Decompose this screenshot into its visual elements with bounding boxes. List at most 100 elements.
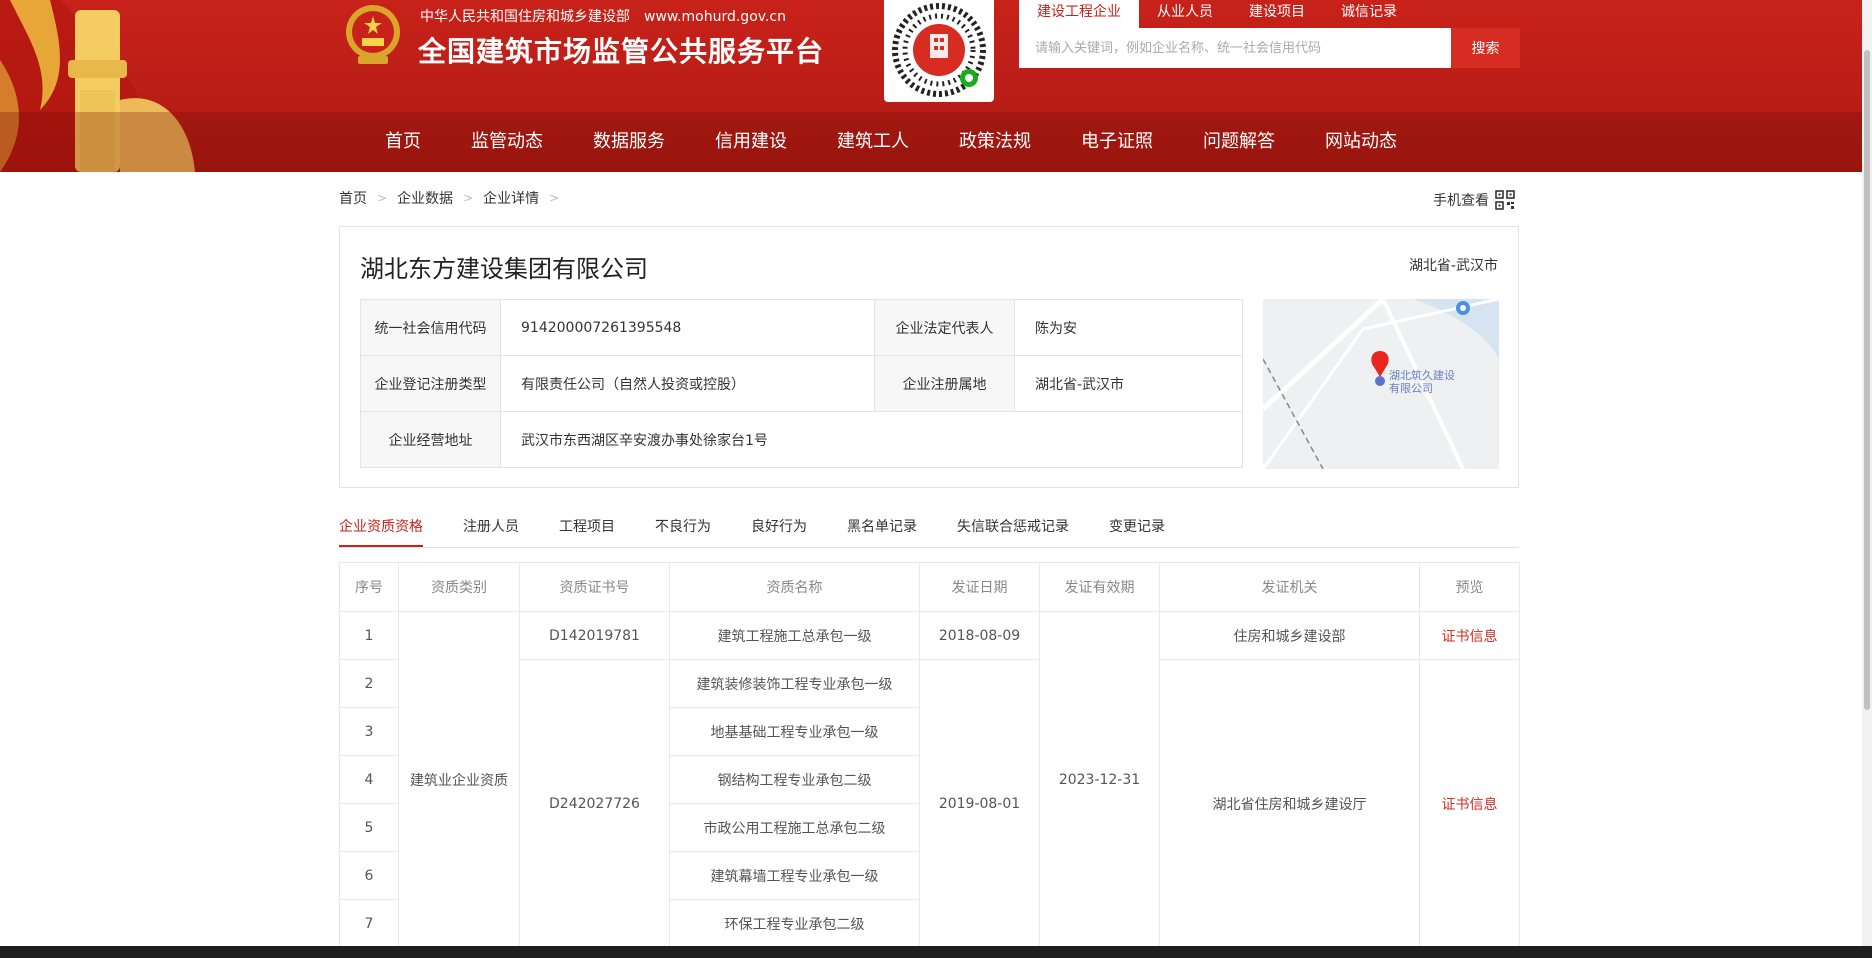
row-index: 6 xyxy=(339,851,399,900)
national-emblem-icon xyxy=(346,5,400,64)
nav-data-services[interactable]: 数据服务 xyxy=(568,112,690,172)
qual-name: 钢结构工程专业承包二级 xyxy=(669,755,920,804)
row-index: 5 xyxy=(339,803,399,852)
row-index: 1 xyxy=(339,611,399,660)
row-index: 3 xyxy=(339,707,399,756)
site-header: 中华人民共和国住房和城乡建设部 www.mohurd.gov.cn 全国建筑市场监… xyxy=(0,0,1862,172)
main-nav: 首页 监管动态 数据服务 信用建设 建筑工人 政策法规 电子证照 问题解答 网站… xyxy=(360,112,1422,172)
issuing-authority: 湖北省住房和城乡建设厅 xyxy=(1159,659,1420,948)
search-tab-enterprise[interactable]: 建设工程企业 xyxy=(1019,0,1139,28)
miniprogram-qr-code xyxy=(884,0,994,102)
preview-cell: 证书信息 xyxy=(1419,659,1520,948)
cert-number: D142019781 xyxy=(519,611,670,660)
mobile-view-label: 手机查看 xyxy=(1433,193,1489,209)
bottom-bar xyxy=(0,946,1872,958)
row-index: 4 xyxy=(339,755,399,804)
row-index: 2 xyxy=(339,659,399,708)
breadcrumb-enterprise-data[interactable]: 企业数据 xyxy=(397,188,453,208)
credit-code-label: 统一社会信用代码 xyxy=(360,299,501,356)
search-button[interactable]: 搜索 xyxy=(1451,28,1520,68)
col-category: 资质类别 xyxy=(398,562,520,612)
ministry-url[interactable]: www.mohurd.gov.cn xyxy=(644,9,786,25)
address-value: 武汉市东西湖区辛安渡办事处徐家台1号 xyxy=(500,411,1243,468)
col-cert-number: 资质证书号 xyxy=(519,562,670,612)
tab-qualifications[interactable]: 企业资质资格 xyxy=(339,510,423,547)
tab-registered-personnel[interactable]: 注册人员 xyxy=(463,510,519,547)
reg-place-value: 湖北省-武汉市 xyxy=(1014,355,1243,412)
qual-name: 地基基础工程专业承包一级 xyxy=(669,707,920,756)
breadcrumb-enterprise-detail[interactable]: 企业详情 xyxy=(483,188,539,208)
nav-workers[interactable]: 建筑工人 xyxy=(812,112,934,172)
validity-date: 2023-12-31 xyxy=(1039,611,1160,948)
search-tabs: 建设工程企业 从业人员 建设项目 诚信记录 xyxy=(1019,0,1520,28)
legal-rep-value: 陈为安 xyxy=(1014,299,1243,356)
issue-date: 2019-08-01 xyxy=(919,659,1040,948)
qr-code-icon xyxy=(892,3,986,97)
qual-name: 市政公用工程施工总承包二级 xyxy=(669,803,920,852)
tab-projects[interactable]: 工程项目 xyxy=(559,510,615,547)
search-tab-personnel[interactable]: 从业人员 xyxy=(1139,0,1231,28)
search-tab-credit[interactable]: 诚信记录 xyxy=(1323,0,1415,28)
chevron-right-icon: > xyxy=(463,191,474,205)
nav-home[interactable]: 首页 xyxy=(360,112,446,172)
breadcrumb: 首页 > 企业数据 > 企业详情 > xyxy=(339,188,569,208)
chevron-right-icon: > xyxy=(377,191,388,205)
qualification-table: 序号 资质类别 资质证书号 资质名称 发证日期 发证有效期 发证机关 预览 1 … xyxy=(339,562,1520,948)
qual-name: 环保工程专业承包二级 xyxy=(669,899,920,948)
row-index: 7 xyxy=(339,899,399,948)
tab-joint-punishment[interactable]: 失信联合惩戒记录 xyxy=(957,510,1069,547)
mobile-view-button[interactable]: 手机查看 xyxy=(1433,190,1515,210)
nav-policies[interactable]: 政策法规 xyxy=(934,112,1056,172)
nav-regulatory-news[interactable]: 监管动态 xyxy=(446,112,568,172)
search-tab-projects[interactable]: 建设项目 xyxy=(1231,0,1323,28)
reg-type-label: 企业登记注册类型 xyxy=(360,355,501,412)
cert-number: D242027726 xyxy=(519,659,670,948)
table-header-row: 序号 资质类别 资质证书号 资质名称 发证日期 发证有效期 发证机关 预览 xyxy=(339,562,1520,612)
search-box: 搜索 xyxy=(1019,28,1520,68)
credit-code-value: 914200007261395548 xyxy=(500,299,875,356)
company-info-table: 统一社会信用代码 914200007261395548 企业法定代表人 陈为安 … xyxy=(360,299,1243,468)
ministry-name: 中华人民共和国住房和城乡建设部 xyxy=(420,9,630,25)
map-canvas: 湖北筑久建设 有限公司 xyxy=(1263,299,1499,469)
issue-date: 2018-08-09 xyxy=(919,611,1040,660)
company-region: 湖北省-武汉市 xyxy=(1408,258,1498,274)
col-validity: 发证有效期 xyxy=(1039,562,1160,612)
map-label-line2: 有限公司 xyxy=(1389,381,1433,395)
col-index: 序号 xyxy=(339,562,399,612)
nav-e-license[interactable]: 电子证照 xyxy=(1056,112,1178,172)
detail-tabs: 企业资质资格 注册人员 工程项目 不良行为 良好行为 黑名单记录 失信联合惩戒记… xyxy=(339,510,1519,548)
tab-blacklist[interactable]: 黑名单记录 xyxy=(847,510,917,547)
company-info-card: 湖北东方建设集团有限公司 湖北省-武汉市 统一社会信用代码 9142000072… xyxy=(339,226,1519,488)
breadcrumb-home[interactable]: 首页 xyxy=(339,188,367,208)
nav-faq[interactable]: 问题解答 xyxy=(1178,112,1300,172)
col-issue-date: 发证日期 xyxy=(919,562,1040,612)
company-location-map[interactable]: 湖北筑久建设 有限公司 xyxy=(1263,299,1499,469)
reg-type-value: 有限责任公司（自然人投资或控股） xyxy=(500,355,875,412)
address-label: 企业经营地址 xyxy=(360,411,501,468)
page-scrollbar[interactable] xyxy=(1862,0,1872,946)
scrollbar-thumb[interactable] xyxy=(1864,50,1870,710)
qual-name: 建筑工程施工总承包一级 xyxy=(669,611,920,660)
search-input[interactable] xyxy=(1019,28,1451,68)
company-name: 湖北东方建设集团有限公司 xyxy=(360,255,648,283)
nav-credit[interactable]: 信用建设 xyxy=(690,112,812,172)
qr-code-icon xyxy=(1495,190,1515,210)
preview-cell: 证书信息 xyxy=(1419,611,1520,660)
legal-rep-label: 企业法定代表人 xyxy=(874,299,1015,356)
cert-info-link[interactable]: 证书信息 xyxy=(1442,629,1498,645)
tab-change-records[interactable]: 变更记录 xyxy=(1109,510,1165,547)
col-authority: 发证机关 xyxy=(1159,562,1420,612)
ministry-line: 中华人民共和国住房和城乡建设部 www.mohurd.gov.cn xyxy=(420,6,786,26)
qual-category: 建筑业企业资质 xyxy=(398,611,520,948)
platform-title: 全国建筑市场监管公共服务平台 xyxy=(418,35,825,68)
col-preview: 预览 xyxy=(1419,562,1520,612)
nav-site-news[interactable]: 网站动态 xyxy=(1300,112,1422,172)
qual-name: 建筑装修装饰工程专业承包一级 xyxy=(669,659,920,708)
issuing-authority: 住房和城乡建设部 xyxy=(1159,611,1420,660)
table-row: 1 建筑业企业资质 D142019781 建筑工程施工总承包一级 2018-08… xyxy=(339,611,1520,948)
cert-info-link[interactable]: 证书信息 xyxy=(1442,797,1498,813)
tab-good-behavior[interactable]: 良好行为 xyxy=(751,510,807,547)
chevron-right-icon: > xyxy=(549,191,560,205)
tab-bad-behavior[interactable]: 不良行为 xyxy=(655,510,711,547)
search-area: 建设工程企业 从业人员 建设项目 诚信记录 搜索 xyxy=(1019,0,1520,70)
